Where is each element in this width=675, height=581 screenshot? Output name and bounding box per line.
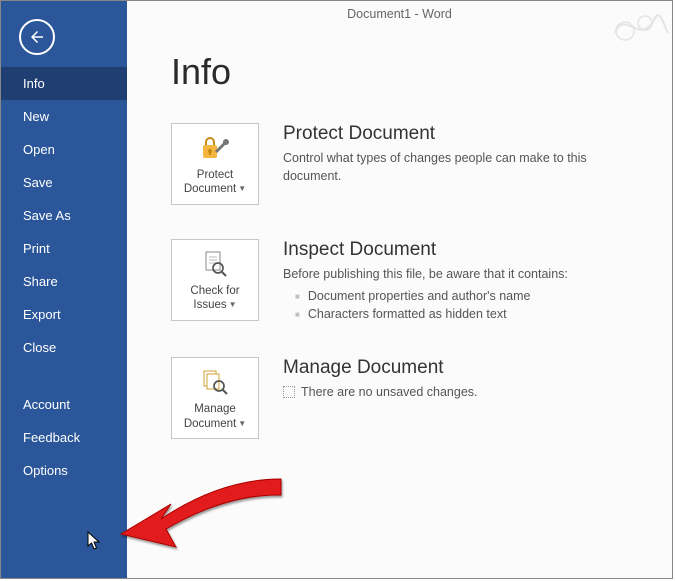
chevron-down-icon: ▼ [238, 184, 246, 194]
sidebar-item-save-as[interactable]: Save As [1, 199, 127, 232]
sidebar-item-label: Share [23, 274, 58, 289]
sidebar-item-print[interactable]: Print [1, 232, 127, 265]
sidebar-item-account[interactable]: Account [1, 388, 127, 421]
manage-desc-text: There are no unsaved changes. [301, 385, 478, 399]
sidebar-spacer [1, 364, 127, 388]
list-item: Document properties and author's name [295, 287, 642, 305]
tile-label: Check for [190, 285, 239, 297]
manage-document-button[interactable]: Manage Document▼ [171, 357, 259, 439]
sidebar-item-label: Export [23, 307, 61, 322]
sidebar-item-new[interactable]: New [1, 100, 127, 133]
protect-document-button[interactable]: Protect Document▼ [171, 123, 259, 205]
sidebar-item-share[interactable]: Share [1, 265, 127, 298]
back-button[interactable] [19, 19, 55, 55]
tile-label: Protect [197, 169, 233, 181]
sidebar-item-options[interactable]: Options [1, 454, 127, 487]
tile-label: Document [184, 183, 236, 195]
manage-document-heading: Manage Document [283, 357, 642, 379]
unsaved-placeholder-icon [283, 386, 295, 398]
sidebar-item-label: Print [23, 241, 50, 256]
tile-label: Document [184, 418, 236, 430]
section-protect-document: Protect Document▼ Protect Document Contr… [171, 123, 642, 205]
sidebar-item-label: Save [23, 175, 53, 190]
tile-label: Manage [194, 403, 236, 415]
protect-document-desc: Control what types of changes people can… [283, 149, 642, 185]
sidebar-item-label: Close [23, 340, 56, 355]
backstage-sidebar: Info New Open Save Save As Print Share E… [1, 1, 127, 578]
inspect-desc-intro: Before publishing this file, be aware th… [283, 267, 568, 281]
check-for-issues-button[interactable]: Check for Issues▼ [171, 239, 259, 321]
sidebar-item-label: Info [23, 76, 45, 91]
sidebar-item-label: Account [23, 397, 70, 412]
back-arrow-icon [28, 28, 46, 46]
sidebar-item-export[interactable]: Export [1, 298, 127, 331]
page-title: Info [171, 51, 642, 93]
sidebar-item-info[interactable]: Info [1, 67, 127, 100]
section-body: Manage Document There are no unsaved cha… [283, 357, 642, 401]
section-body: Inspect Document Before publishing this … [283, 239, 642, 323]
lock-key-icon [176, 132, 254, 164]
tile-label: Issues [193, 299, 226, 311]
chevron-down-icon: ▼ [229, 300, 237, 310]
sidebar-item-label: Open [23, 142, 55, 157]
sidebar-item-label: Save As [23, 208, 71, 223]
inspect-document-heading: Inspect Document [283, 239, 642, 261]
inspect-document-desc: Before publishing this file, be aware th… [283, 265, 642, 323]
sidebar-item-save[interactable]: Save [1, 166, 127, 199]
protect-document-heading: Protect Document [283, 123, 642, 145]
list-item: Characters formatted as hidden text [295, 305, 642, 323]
sidebar-item-label: New [23, 109, 49, 124]
sidebar-item-label: Options [23, 463, 68, 478]
backstage-main: Info Protect Document▼ Pro [127, 1, 672, 578]
sidebar-item-label: Feedback [23, 430, 80, 445]
document-stack-magnify-icon [176, 366, 254, 398]
manage-document-desc: There are no unsaved changes. [283, 383, 642, 401]
sidebar-item-close[interactable]: Close [1, 331, 127, 364]
document-magnify-icon [176, 248, 254, 280]
section-manage-document: Manage Document▼ Manage Document There a… [171, 357, 642, 439]
inspect-issues-list: Document properties and author's name Ch… [283, 287, 642, 323]
backstage-view: Document1 - Word Info New Open Save Save… [0, 0, 673, 579]
section-inspect-document: Check for Issues▼ Inspect Document Befor… [171, 239, 642, 323]
sidebar-item-open[interactable]: Open [1, 133, 127, 166]
chevron-down-icon: ▼ [238, 419, 246, 429]
sidebar-item-feedback[interactable]: Feedback [1, 421, 127, 454]
section-body: Protect Document Control what types of c… [283, 123, 642, 185]
